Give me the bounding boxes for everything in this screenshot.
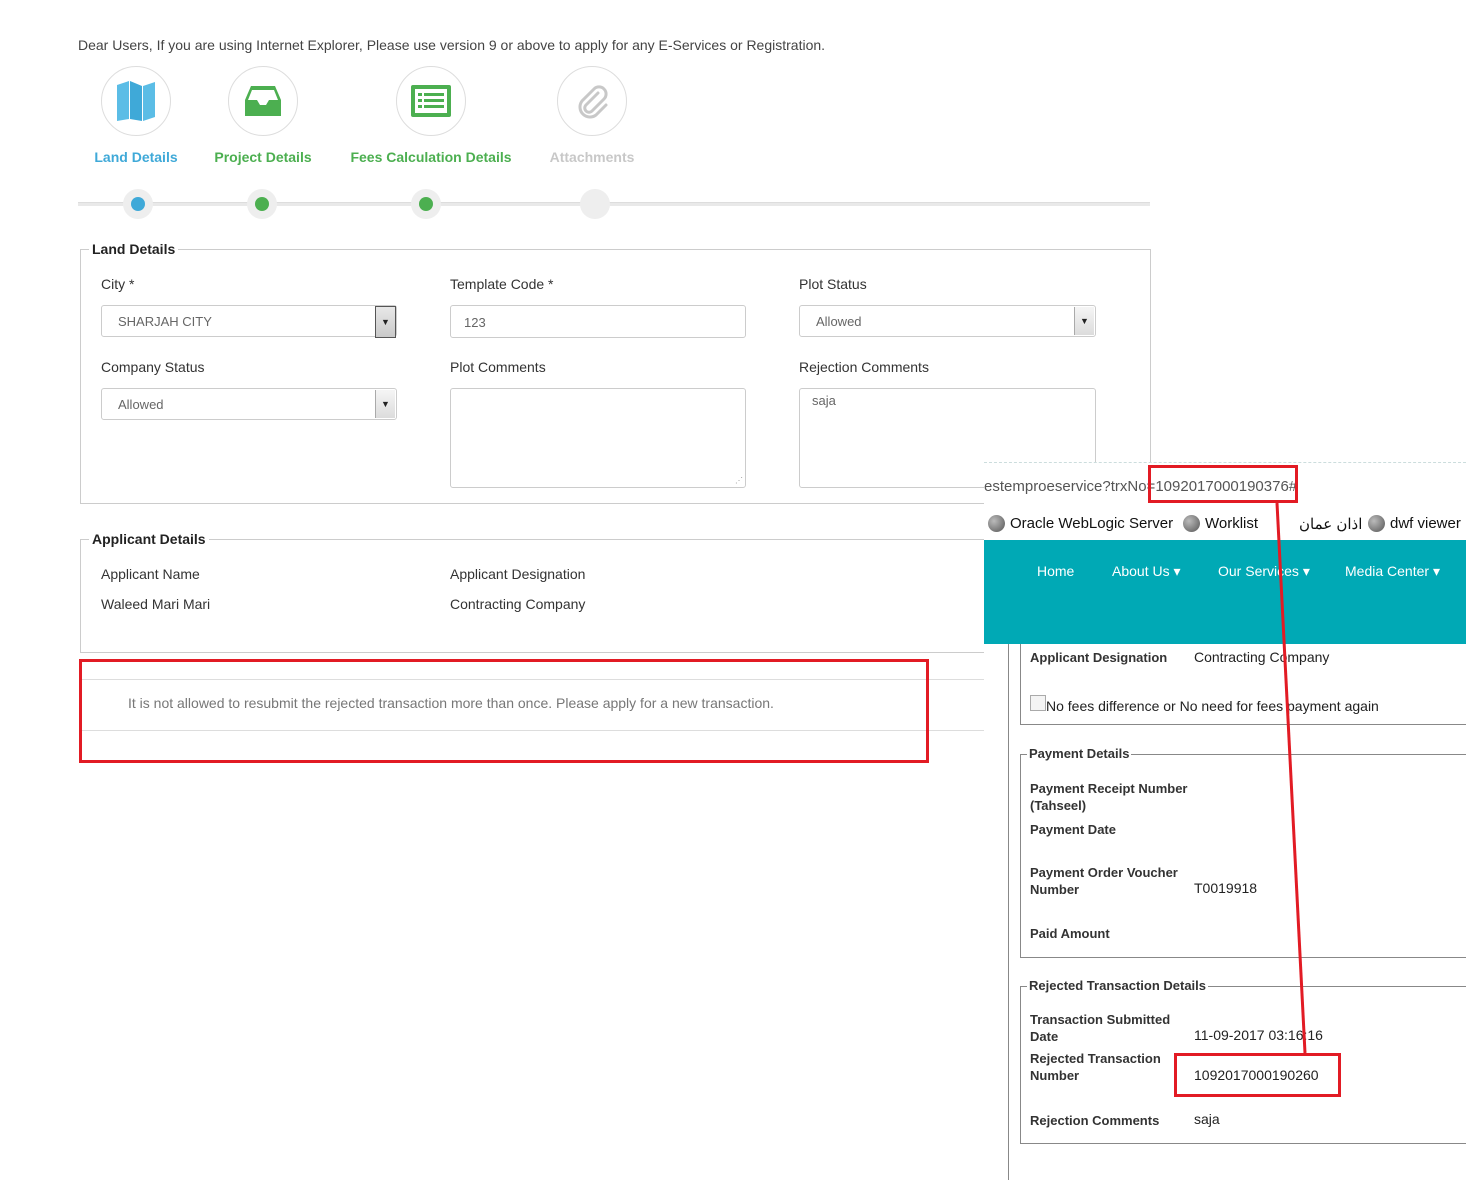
annotation-connector-line [1275, 502, 1307, 1054]
